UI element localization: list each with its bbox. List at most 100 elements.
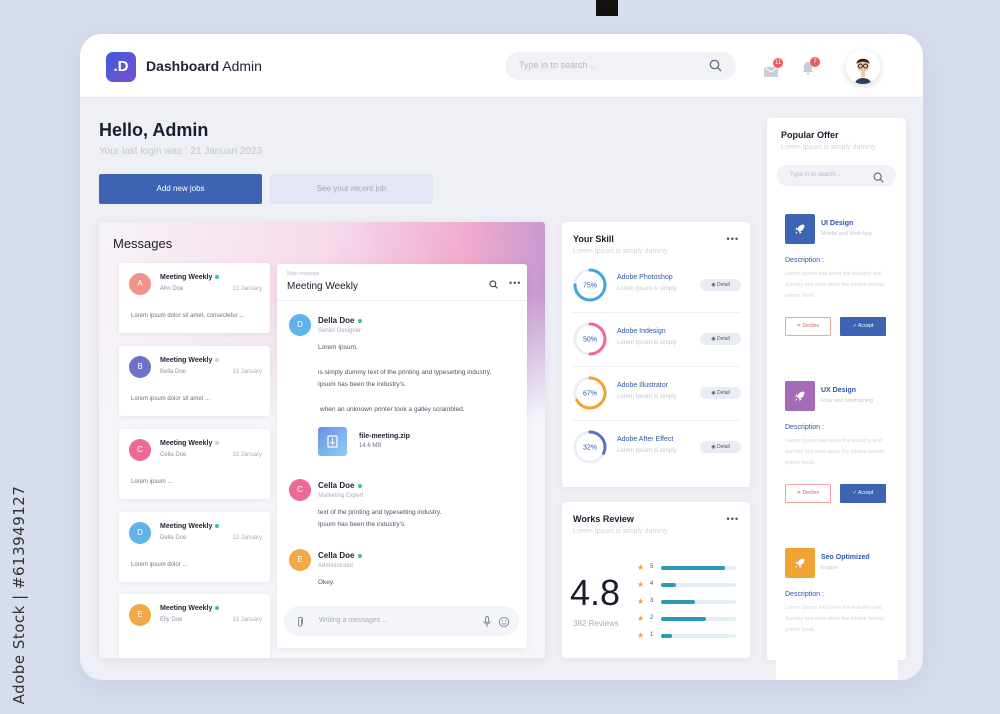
offers-title: Popular Offer <box>781 130 839 140</box>
file-attachment-icon[interactable] <box>318 427 347 456</box>
message-list-item[interactable]: A Meeting Weekly Ahn Doe 13 January Lore… <box>119 263 270 333</box>
offer-card: Seo Optimized Engine Description : Lorem Ip… <box>776 544 898 680</box>
offer-search-input[interactable]: Type in to search .. <box>777 165 896 186</box>
skill-detail-button[interactable]: ◉ Detail <box>700 279 741 291</box>
message-list-item[interactable]: E Meeting Weekly Elly Doe 13 January <box>119 594 270 658</box>
mail-badge: 11 <box>773 58 783 68</box>
skill-detail-button[interactable]: ◉ Detail <box>700 441 741 453</box>
chat-author-role: Marketing Expert <box>318 493 364 499</box>
online-dot <box>215 606 220 611</box>
top-bar: .D Dashboard Admin Type in to search .. … <box>80 34 923 98</box>
dashboard-window: .D Dashboard Admin Type in to search .. … <box>80 34 923 680</box>
avatar: C <box>129 439 151 461</box>
decline-button[interactable]: ✕ Decline <box>785 484 831 503</box>
message-sender: Bella Doe <box>160 369 187 375</box>
chat-author: Della Doe <box>318 316 363 325</box>
chat-author-role: Senior Designer <box>318 328 362 334</box>
rocket-icon[interactable] <box>785 381 815 411</box>
online-dot <box>358 483 363 488</box>
avatar: E <box>289 549 311 571</box>
message-date: 13 January <box>232 286 262 292</box>
more-options-icon[interactable]: ••• <box>509 278 521 288</box>
rating-bar-track <box>661 583 736 587</box>
offer-description-heading: Description : <box>785 424 824 431</box>
reviews-title: Works Review <box>573 514 634 524</box>
decline-button[interactable]: ✕ Decline <box>785 317 831 336</box>
skill-divider <box>571 312 741 313</box>
skill-detail-button[interactable]: ◉ Detail <box>700 333 741 345</box>
mail-icon[interactable]: 11 <box>763 58 783 82</box>
app-logo[interactable]: .D <box>106 52 136 82</box>
chat-author: Cella Doe <box>318 551 363 560</box>
user-avatar[interactable] <box>846 50 880 84</box>
microphone-icon[interactable] <box>483 615 491 633</box>
chat-author-role: Administrator <box>318 563 354 569</box>
skills-subtitle: Lorem Ipsum is simply dummy <box>573 248 668 255</box>
message-compose-input[interactable]: Writing a messages ... <box>284 606 519 636</box>
accept-button[interactable]: ✓ Accept <box>840 484 886 503</box>
more-options-icon[interactable]: ••• <box>727 514 739 524</box>
online-dot <box>215 524 220 529</box>
average-rating: 4.8 <box>570 572 621 613</box>
header-search-input[interactable]: Type in to search .. <box>505 52 736 80</box>
rating-row: ★ 2 <box>637 614 747 623</box>
message-title-text: Meeting Weekly <box>160 274 213 281</box>
emoji-icon[interactable] <box>498 615 510 633</box>
skill-detail-button[interactable]: ◉ Detail <box>700 387 741 399</box>
search-icon[interactable] <box>873 170 884 188</box>
chat-message-line: Ipsum has been the industry's. <box>318 521 406 528</box>
skill-divider <box>571 420 741 421</box>
offer-subtitle: Engine <box>821 565 839 571</box>
chat-thread: Main message Meeting Weekly ••• D Della … <box>277 264 527 648</box>
online-dot <box>215 275 220 280</box>
add-new-jobs-button[interactable]: Add new jobs <box>99 174 262 204</box>
more-options-icon[interactable]: ••• <box>727 234 739 244</box>
offer-subtitle: Flow and wireframing <box>821 398 874 404</box>
see-recent-job-button[interactable]: See your recent job <box>270 174 433 204</box>
attachment-name[interactable]: file-meeting.zip <box>359 433 410 440</box>
offer-subtitle: Mobile and Web App <box>821 231 872 237</box>
rocket-icon[interactable] <box>785 214 815 244</box>
reviews-subtitle: Lorem Ipsum is simply dummy <box>573 528 668 535</box>
chat-message-line: is simply dummy text of the printing and… <box>318 369 492 376</box>
offline-dot <box>215 358 220 363</box>
messages-panel: Messages A Meeting Weekly Ahn Doe 13 Jan… <box>99 222 545 658</box>
rating-bar-track <box>661 600 736 604</box>
skill-subtitle: Lorem Ipsum is simply <box>617 286 677 292</box>
offer-description: Lorem Ipsum has been the industry and du… <box>785 271 885 299</box>
star-icon: ★ <box>637 563 645 572</box>
rating-stars-label: 4 <box>650 581 654 587</box>
message-title: Meeting Weekly <box>160 523 220 530</box>
bell-icon[interactable]: 7 <box>802 57 820 80</box>
rating-stars-label: 5 <box>650 564 654 570</box>
avatar: D <box>289 314 311 336</box>
offer-description: Lorem Ipsum has been the industry and du… <box>785 438 885 466</box>
offer-card: UX Design Flow and wireframing Description… <box>776 377 898 527</box>
star-icon: ★ <box>637 631 645 640</box>
app-title: Dashboard Admin <box>146 58 262 74</box>
chat-title: Meeting Weekly <box>287 281 358 292</box>
rocket-icon[interactable] <box>785 548 815 578</box>
page-title: Hello, Admin <box>99 120 209 140</box>
offer-card: UI Design Mobile and Web App Description :… <box>776 210 898 360</box>
chat-message-line: Lorem Ipsum, <box>318 344 358 351</box>
skill-subtitle: Lorem Ipsum is simply <box>617 448 677 454</box>
search-icon[interactable] <box>709 59 722 77</box>
app-title-light: Admin <box>222 58 262 74</box>
rating-stars-label: 2 <box>650 615 654 621</box>
skill-progress-ring: 50% <box>571 320 609 358</box>
skill-progress-ring: 67% <box>571 374 609 412</box>
rating-bar-track <box>661 566 736 570</box>
message-list-item[interactable]: B Meeting Weekly Bella Doe 13 January Lo… <box>119 346 270 416</box>
message-preview: Lorem ipsum dolor ... <box>131 562 188 568</box>
message-date: 13 January <box>232 535 262 541</box>
accept-button[interactable]: ✓ Accept <box>840 317 886 336</box>
message-list-item[interactable]: C Meeting Weekly Cella Doe 13 January Lo… <box>119 429 270 499</box>
rating-row: ★ 4 <box>637 580 747 589</box>
message-title: Meeting Weekly <box>160 357 220 364</box>
message-list-item[interactable]: D Meeting Weekly Della Doe 13 January Lo… <box>119 512 270 582</box>
online-dot <box>358 318 363 323</box>
rating-row: ★ 3 <box>637 597 747 606</box>
search-icon[interactable] <box>489 276 498 294</box>
paperclip-icon[interactable] <box>296 615 304 633</box>
